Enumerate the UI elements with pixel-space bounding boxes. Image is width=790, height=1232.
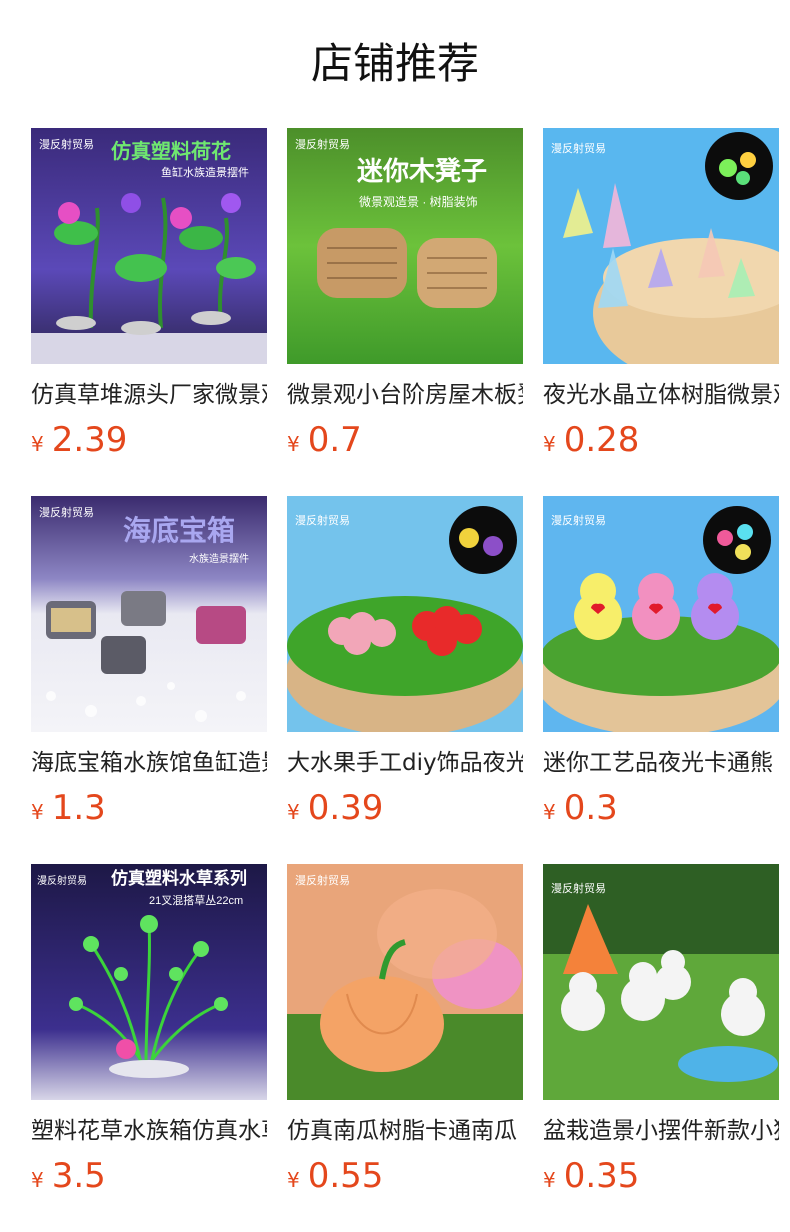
product-image[interactable]: 漫反射贸易 — [543, 128, 779, 364]
banner-text: 海底宝箱 — [123, 514, 235, 547]
product-title[interactable]: 盆栽造景小摆件新款小狗 — [543, 1114, 779, 1148]
product-card[interactable]: 漫反射贸易 迷你工艺品夜光卡通熊 ¥0.3 — [543, 496, 779, 864]
price-amount: 0.35 — [563, 1156, 640, 1196]
svg-text:21叉混搭草丛22cm: 21叉混搭草丛22cm — [149, 894, 243, 907]
product-card[interactable]: 漫反射贸易 盆栽造景小摆件新款小狗 ¥0.35 — [543, 864, 779, 1232]
product-card[interactable]: 海底宝箱 水族造景摆件 漫反射贸易 海底宝箱水族馆鱼缸造景 ¥1.3 — [31, 496, 267, 864]
banner-text: 迷你木凳子 — [357, 156, 487, 186]
product-image[interactable]: 仿真塑料水草系列 21叉混搭草丛22cm 漫反射贸易 — [31, 864, 267, 1100]
product-image[interactable]: 迷你木凳子 微景观造景 · 树脂装饰 漫反射贸易 — [287, 128, 523, 364]
currency-symbol: ¥ — [543, 1168, 556, 1192]
price-amount: 0.7 — [307, 420, 362, 460]
brand-watermark: 漫反射贸易 — [551, 881, 606, 895]
price-amount: 0.28 — [563, 420, 640, 460]
product-card[interactable]: 漫反射贸易 仿真南瓜树脂卡通南瓜 ¥0.55 — [287, 864, 523, 1232]
product-title[interactable]: 夜光水晶立体树脂微景观 — [543, 378, 779, 412]
product-price: ¥3.5 — [31, 1154, 267, 1198]
brand-watermark: 漫反射贸易 — [37, 875, 87, 887]
product-price: ¥2.39 — [31, 418, 267, 462]
currency-symbol: ¥ — [31, 1168, 44, 1192]
product-card[interactable]: 漫反射贸易 大水果手工diy饰品夜光 ¥0.39 — [287, 496, 523, 864]
price-amount: 0.55 — [307, 1156, 384, 1196]
brand-watermark: 漫反射贸易 — [295, 137, 350, 151]
product-image[interactable]: 仿真塑料荷花 鱼缸水族造景摆件 漫反射贸易 — [31, 128, 267, 364]
product-title[interactable]: 塑料花草水族箱仿真水草 — [31, 1114, 267, 1148]
price-amount: 0.39 — [307, 788, 384, 828]
currency-symbol: ¥ — [543, 800, 556, 824]
svg-text:水族造景摆件: 水族造景摆件 — [189, 552, 249, 565]
product-title[interactable]: 迷你工艺品夜光卡通熊 — [543, 746, 779, 780]
product-image[interactable]: 漫反射贸易 — [287, 864, 523, 1100]
currency-symbol: ¥ — [31, 800, 44, 824]
product-price: ¥0.28 — [543, 418, 779, 462]
currency-symbol: ¥ — [287, 800, 300, 824]
page-title: 店铺推荐 — [310, 39, 479, 88]
brand-watermark: 漫反射贸易 — [551, 141, 606, 155]
product-card[interactable]: 仿真塑料荷花 鱼缸水族造景摆件 漫反射贸易 仿真草堆源头厂家微景观 ¥2.39 — [31, 128, 267, 496]
product-title[interactable]: 微景观小台阶房屋木板凳 — [287, 378, 523, 412]
brand-watermark: 漫反射贸易 — [39, 505, 94, 519]
price-amount: 3.5 — [51, 1156, 106, 1196]
product-price: ¥1.3 — [31, 786, 267, 830]
product-image[interactable]: 漫反射贸易 — [543, 496, 779, 732]
product-image[interactable]: 海底宝箱 水族造景摆件 漫反射贸易 — [31, 496, 267, 732]
currency-symbol: ¥ — [287, 432, 300, 456]
price-amount: 2.39 — [51, 420, 128, 460]
banner-text: 仿真塑料水草系列 — [111, 868, 247, 888]
svg-text:微景观造景 · 树脂装饰: 微景观造景 · 树脂装饰 — [359, 194, 478, 209]
product-card[interactable]: 仿真塑料水草系列 21叉混搭草丛22cm 漫反射贸易 塑料花草水族箱仿真水草 ¥… — [31, 864, 267, 1232]
price-amount: 0.3 — [563, 788, 618, 828]
product-title[interactable]: 仿真草堆源头厂家微景观 — [31, 378, 267, 412]
product-price: ¥0.39 — [287, 786, 523, 830]
product-title[interactable]: 仿真南瓜树脂卡通南瓜 — [287, 1114, 523, 1148]
brand-watermark: 漫反射贸易 — [295, 873, 350, 887]
product-card[interactable]: 迷你木凳子 微景观造景 · 树脂装饰 漫反射贸易 微景观小台阶房屋木板凳 ¥0.… — [287, 128, 523, 496]
product-price: ¥0.55 — [287, 1154, 523, 1198]
currency-symbol: ¥ — [543, 432, 556, 456]
price-amount: 1.3 — [51, 788, 106, 828]
product-image[interactable]: 漫反射贸易 — [543, 864, 779, 1100]
brand-watermark: 漫反射贸易 — [551, 513, 606, 527]
brand-watermark: 漫反射贸易 — [39, 137, 94, 151]
store-recommendations-page: 店铺推荐 仿真塑料荷花 鱼缸水族造景摆件 漫反射贸易 仿真草堆源头厂家微景观 ¥… — [0, 0, 790, 1232]
product-price: ¥0.3 — [543, 786, 779, 830]
product-price: ¥0.7 — [287, 418, 523, 462]
product-title[interactable]: 海底宝箱水族馆鱼缸造景 — [31, 746, 267, 780]
currency-symbol: ¥ — [31, 432, 44, 456]
product-card[interactable]: 漫反射贸易 夜光水晶立体树脂微景观 ¥0.28 — [543, 128, 779, 496]
brand-watermark: 漫反射贸易 — [295, 513, 350, 527]
product-title[interactable]: 大水果手工diy饰品夜光 — [287, 746, 523, 780]
svg-text:鱼缸水族造景摆件: 鱼缸水族造景摆件 — [161, 165, 249, 179]
product-price: ¥0.35 — [543, 1154, 779, 1198]
currency-symbol: ¥ — [287, 1168, 300, 1192]
product-image[interactable]: 漫反射贸易 — [287, 496, 523, 732]
product-grid: 仿真塑料荷花 鱼缸水族造景摆件 漫反射贸易 仿真草堆源头厂家微景观 ¥2.39 — [31, 128, 781, 1232]
banner-text: 仿真塑料荷花 — [111, 139, 231, 163]
